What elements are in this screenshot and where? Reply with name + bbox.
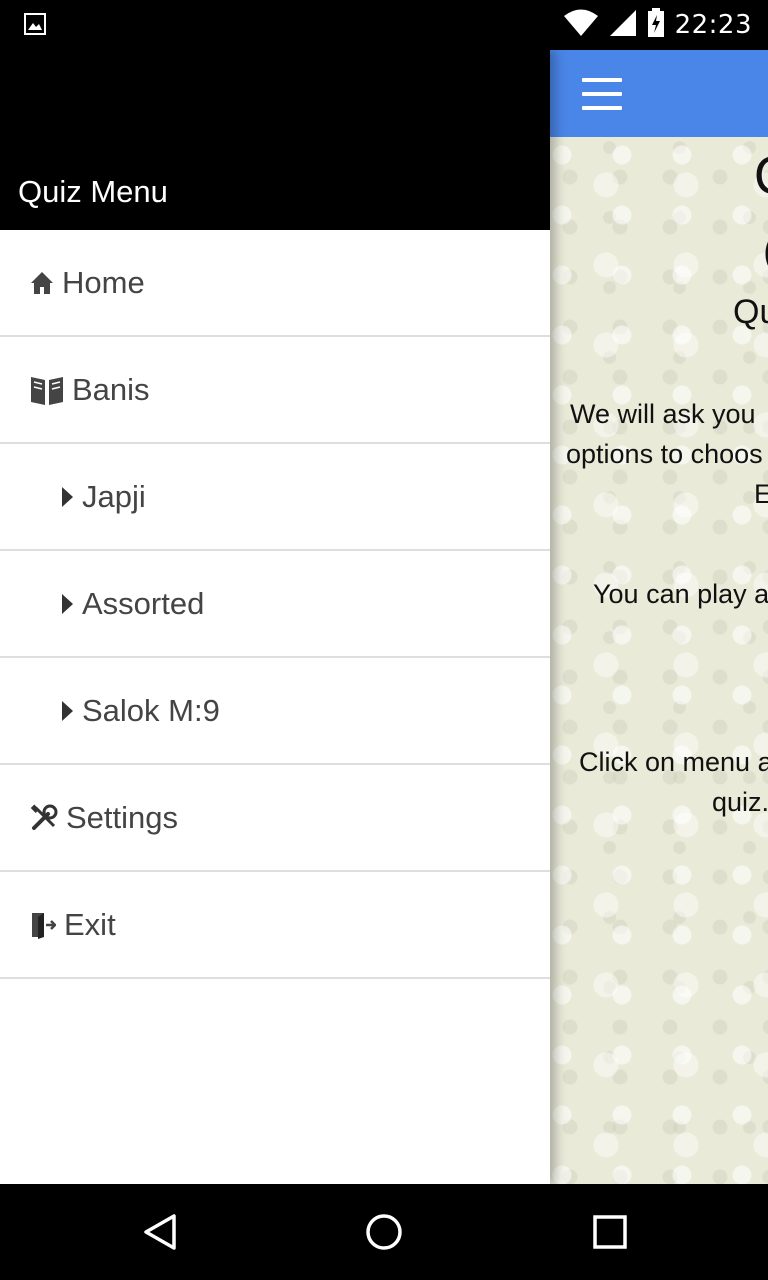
app-screen: Q ( Qu We will ask you options to choos … (550, 50, 768, 1184)
drawer-menu: Home Banis Japji Assorted Salok M:9 Sett… (0, 230, 550, 979)
home-icon (30, 271, 54, 295)
app-bar (550, 50, 768, 137)
menu-item-home[interactable]: Home (0, 230, 550, 337)
menu-item-japji[interactable]: Japji (0, 444, 550, 551)
image-icon (24, 13, 46, 35)
content-paragraph-line: Click on menu a (579, 747, 768, 777)
home-circle-icon[interactable] (364, 1212, 404, 1252)
menu-item-label: Japji (82, 478, 146, 514)
wifi-icon (563, 9, 599, 41)
battery-charging-icon (647, 8, 665, 42)
menu-item-assorted[interactable]: Assorted (0, 551, 550, 658)
menu-item-label: Home (62, 264, 145, 300)
menu-item-banis[interactable]: Banis (0, 337, 550, 444)
content-paragraph-line: You can play a (593, 579, 768, 609)
menu-item-label: Assorted (82, 585, 205, 621)
content-paragraph-line: E (754, 479, 768, 509)
signal-icon (609, 9, 637, 41)
drawer-title: Quiz Menu (18, 174, 168, 209)
menu-item-label: Salok M:9 (82, 692, 220, 728)
drawer-header: Quiz Menu (0, 50, 550, 230)
back-icon[interactable] (140, 1212, 180, 1252)
hamburger-icon[interactable] (582, 78, 622, 110)
menu-item-label: Exit (64, 906, 116, 942)
system-nav-bar (0, 1184, 768, 1280)
menu-item-settings[interactable]: Settings (0, 765, 550, 872)
content-heading-fragment: Q (754, 145, 768, 207)
menu-item-label: Settings (66, 799, 179, 835)
tools-icon (30, 803, 58, 832)
caret-right-icon (62, 593, 73, 614)
book-icon (30, 374, 64, 406)
content-paragraph-line: quiz. (712, 787, 768, 817)
clock: 22:23 (674, 10, 752, 40)
content-title-fragment: Qu (733, 293, 768, 331)
lace-background: Q ( Qu We will ask you options to choos … (550, 137, 768, 1184)
exit-icon (30, 911, 56, 939)
caret-right-icon (62, 700, 73, 721)
content-paragraph-line: We will ask you (570, 399, 756, 429)
caret-right-icon (62, 486, 73, 507)
menu-item-label: Banis (72, 371, 150, 407)
recents-icon[interactable] (590, 1212, 630, 1252)
menu-item-exit[interactable]: Exit (0, 872, 550, 979)
content-paragraph-line: options to choos (566, 439, 763, 469)
status-bar: 22:23 (0, 0, 768, 50)
navigation-drawer: Quiz Menu Home Banis Japji Assorted Salo… (0, 50, 550, 1184)
menu-item-salok-m9[interactable]: Salok M:9 (0, 658, 550, 765)
status-right: 22:23 (563, 8, 752, 42)
content-subheading-fragment: ( (763, 229, 768, 274)
